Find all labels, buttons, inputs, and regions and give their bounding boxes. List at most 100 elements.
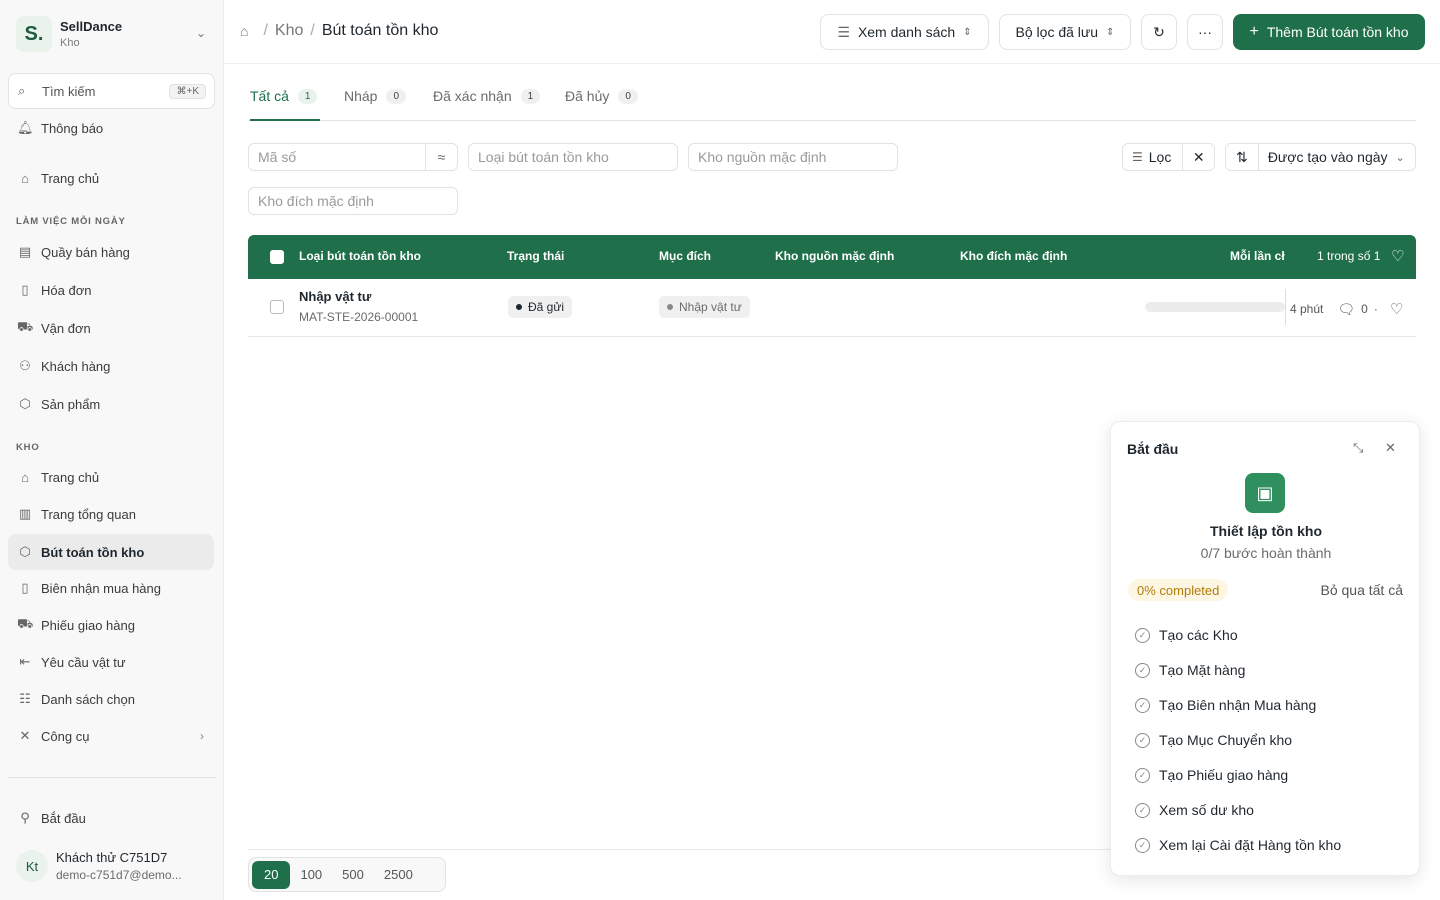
sidebar-item-label: Thông báo	[41, 120, 104, 136]
search-label: Tìm kiếm	[42, 83, 96, 99]
refresh-button[interactable]: ↻	[1141, 14, 1177, 50]
tab-cancelled[interactable]: Đã hủy 0	[565, 88, 638, 121]
target-warehouse-filter-input[interactable]: Kho đích mặc định	[248, 187, 458, 215]
tab-count: 1	[297, 89, 318, 104]
column-header-purpose[interactable]: Mục đích	[659, 249, 711, 263]
onboarding-step[interactable]: ✓ Tạo các Kho	[1135, 625, 1238, 645]
sidebar-item-label: Phiếu giao hàng	[41, 617, 135, 633]
search-button[interactable]: ⌕ Tìm kiếm ⌘+K	[8, 73, 215, 109]
sort-direction-button[interactable]: ⇅	[1226, 144, 1258, 170]
row-checkbox[interactable]	[270, 300, 284, 314]
purpose-badge: Nhập vật tư	[659, 296, 750, 318]
heart-icon[interactable]: ♡	[1391, 247, 1404, 265]
page-size-option[interactable]: 100	[290, 861, 332, 889]
bell-icon: 🔔︎	[17, 120, 34, 135]
onboarding-step[interactable]: ✓ Xem lại Cài đặt Hàng tồn kho	[1135, 835, 1341, 855]
tab-draft[interactable]: Nháp 0	[344, 88, 407, 121]
sidebar-item-dashboard[interactable]: ▥ Trang tổng quan	[8, 497, 214, 531]
sidebar-item-shipments[interactable]: ⛟ Vận đơn	[8, 311, 214, 345]
breadcrumb: ⌂ / Kho / Bút toán tồn kho	[240, 22, 438, 40]
onboarding-step[interactable]: ✓ Tạo Phiếu giao hàng	[1135, 765, 1288, 785]
warehouse-icon: ▣	[1245, 473, 1285, 513]
plus-icon: +	[1249, 23, 1259, 40]
table-row[interactable]: Nhập vật tư MAT-STE-2026-00001 Đã gửi Nh…	[248, 279, 1416, 337]
sidebar-item-label: Khách hàng	[41, 358, 111, 374]
workspace-switcher[interactable]: S. SellDance Kho ⌄	[8, 8, 216, 60]
sidebar-item-invoices[interactable]: ▯ Hóa đơn	[8, 273, 214, 307]
column-header-target[interactable]: Kho đích mặc định	[960, 249, 1067, 263]
add-stock-entry-button[interactable]: + Thêm Bút toán tồn kho	[1233, 14, 1425, 50]
box-icon: ⬡	[19, 544, 31, 559]
sidebar-item-pos[interactable]: ▤ Quầy bán hàng	[8, 235, 214, 269]
user-menu[interactable]: Kt Khách thử C751D7 demo-c751d7@demo...	[8, 842, 216, 890]
home-icon[interactable]: ⌂	[240, 23, 248, 39]
sidebar-item-products[interactable]: ⬡ Sản phẩm	[8, 387, 214, 421]
minimize-icon[interactable]: ⤡	[1353, 440, 1363, 456]
page-size-option[interactable]: 2500	[374, 861, 423, 889]
type-filter-input[interactable]: Loại bút toán tồn kho	[468, 143, 678, 171]
sidebar-item-delivery-note[interactable]: ⛟ Phiếu giao hàng	[8, 608, 214, 642]
comment-icon[interactable]: 🗨︎	[1337, 301, 1355, 318]
tab-confirmed[interactable]: Đã xác nhận 1	[433, 88, 541, 121]
check-circle-icon: ✓	[1135, 662, 1150, 678]
step-label: Tạo Mặt hàng	[1159, 662, 1246, 678]
step-label: Xem số dư kho	[1159, 802, 1254, 818]
approx-icon[interactable]: ≈	[425, 144, 457, 170]
view-list-button[interactable]: ☰ Xem danh sách ⇕	[820, 14, 989, 50]
sidebar-item-material-request[interactable]: ⇤ Yêu cầu vật tư	[8, 645, 214, 679]
onboarding-step[interactable]: ✓ Tạo Biên nhận Mua hàng	[1135, 695, 1316, 715]
section-daily: LÀM VIỆC MỖI NGÀY	[16, 216, 126, 227]
select-all-checkbox[interactable]	[270, 250, 284, 264]
onboarding-title: Bắt đầu	[1127, 441, 1179, 457]
tab-count: 0	[386, 89, 407, 104]
page-size-option[interactable]: 20	[252, 860, 291, 889]
row-title[interactable]: Nhập vật tư	[299, 289, 371, 304]
sidebar-item-getting-started[interactable]: ⚲ Bắt đầu	[8, 801, 214, 835]
check-circle-icon: ✓	[1135, 697, 1150, 713]
page-size-option[interactable]: 500	[332, 861, 374, 889]
purpose-label: Nhập vật tư	[679, 300, 742, 314]
column-header-type[interactable]: Loại bút toán tồn kho	[299, 249, 421, 263]
sidebar-item-notifications[interactable]: 🔔︎ Thông báo	[8, 111, 214, 145]
sidebar-item-customers[interactable]: ⚇ Khách hàng	[8, 349, 214, 383]
user-icon: ⚲	[20, 810, 30, 825]
purpose-dot	[667, 304, 673, 310]
close-icon: ✕	[1192, 148, 1205, 165]
code-filter-input[interactable]: Mã số ≈	[248, 143, 458, 171]
close-icon[interactable]: ✕	[1385, 440, 1396, 456]
onboarding-step[interactable]: ✓ Xem số dư kho	[1135, 800, 1254, 820]
onboarding-step[interactable]: ✓ Tạo Mục Chuyển kho	[1135, 730, 1292, 750]
tab-label: Nháp	[344, 88, 378, 104]
sidebar-item-pick-list[interactable]: ☷ Danh sách chọn	[8, 682, 214, 716]
sidebar-item-stock-entry[interactable]: ⬡ Bút toán tồn kho	[8, 534, 214, 570]
tab-count: 1	[520, 89, 541, 104]
check-circle-icon: ✓	[1135, 627, 1150, 643]
tab-all[interactable]: Tất cả 1	[250, 88, 320, 121]
column-header-per-transfer[interactable]: Mỗi lần cł	[1230, 249, 1288, 263]
clear-filter-button[interactable]: ✕	[1182, 144, 1214, 170]
more-button[interactable]: ···	[1187, 14, 1223, 50]
skip-all-button[interactable]: Bỏ qua tất cả	[1320, 582, 1403, 598]
column-header-source[interactable]: Kho nguồn mặc định	[775, 249, 894, 263]
sidebar-item-label: Yêu cầu vật tư	[41, 654, 126, 670]
onboarding-step[interactable]: ✓ Tạo Mặt hàng	[1135, 660, 1245, 680]
breadcrumb-item[interactable]: Kho	[275, 22, 303, 40]
onboarding-heading: Thiết lập tồn kho	[1210, 523, 1322, 539]
row-count: 1 trong số 1	[1317, 249, 1381, 263]
sidebar-item-tools[interactable]: ✕ Công cụ ›	[8, 719, 214, 753]
saved-filters-button[interactable]: Bộ lọc đã lưu ⇕	[999, 14, 1131, 50]
refresh-icon: ↻	[1153, 23, 1165, 40]
source-warehouse-filter-input[interactable]: Kho nguồn mặc định	[688, 143, 898, 171]
brand-name: SellDance	[60, 19, 123, 34]
sort-field-select[interactable]: Được tạo vào ngày ⌄	[1257, 144, 1415, 170]
sidebar-item-home[interactable]: ⌂ Trang chủ	[8, 161, 214, 195]
sidebar-item-purchase-receipt[interactable]: ▯ Biên nhận mua hàng	[8, 571, 214, 605]
sidebar-item-stock-home[interactable]: ⌂ Trang chủ	[8, 460, 214, 494]
filter-button[interactable]: ☰ Lọc	[1123, 144, 1182, 170]
heart-icon[interactable]: ♡	[1390, 300, 1403, 318]
filter-icon: ☰	[1132, 150, 1143, 164]
column-header-status[interactable]: Trạng thái	[507, 249, 564, 263]
receipt-icon: ▯	[21, 580, 29, 595]
step-label: Tạo Mục Chuyển kho	[1159, 732, 1293, 748]
invoice-icon: ▯	[21, 282, 29, 297]
